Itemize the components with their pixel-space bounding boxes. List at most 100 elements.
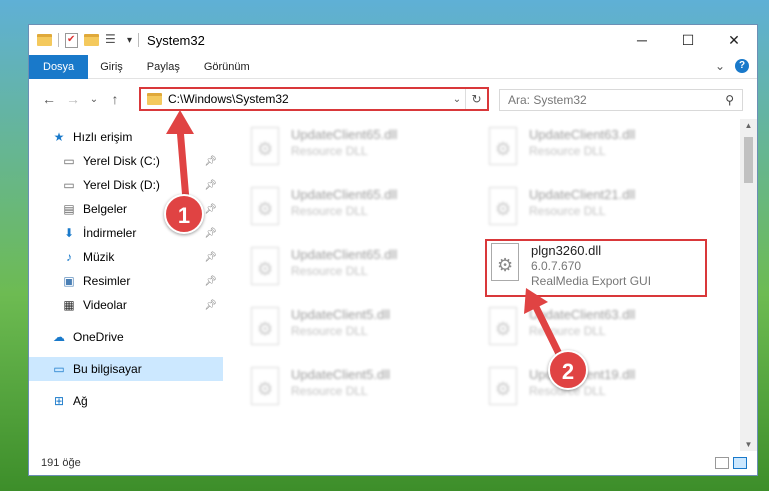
sidebar-item-music[interactable]: ♪ Müzik 📌︎ bbox=[29, 245, 223, 269]
forward-button[interactable]: → bbox=[61, 91, 85, 107]
pin-icon: 📌︎ bbox=[204, 203, 217, 215]
folder-icon bbox=[37, 34, 52, 46]
scroll-down-icon[interactable]: ▼ bbox=[740, 440, 757, 449]
navigation-bar: ← → ⌄ ↑ C:\Windows\System32 ⌄ ↻ Ara: Sys… bbox=[29, 79, 757, 119]
star-icon: ★ bbox=[53, 130, 65, 144]
sidebar-item-label: Ağ bbox=[73, 394, 88, 408]
scroll-thumb[interactable] bbox=[744, 137, 753, 183]
properties-icon[interactable] bbox=[65, 32, 78, 48]
qa-dropdown-icon[interactable]: ▾ bbox=[127, 35, 132, 46]
tab-file[interactable]: Dosya bbox=[29, 54, 89, 79]
file-desc: Resource DLL bbox=[529, 324, 606, 338]
dll-file-icon: ⚙ bbox=[247, 185, 283, 229]
file-item[interactable]: ⚙ UpdateClient65.dll Resource DLL bbox=[247, 245, 467, 297]
item-count: 191 öğe bbox=[41, 457, 81, 469]
sidebar-item-label: Müzik bbox=[83, 250, 115, 264]
file-name: UpdateClient63.dll bbox=[529, 127, 636, 142]
file-item[interactable]: ⚙ UpdateClient19.dllResource DLL bbox=[485, 365, 705, 417]
sidebar-item-quick-access[interactable]: ★ Hızlı erişim bbox=[29, 125, 223, 149]
sidebar-item-network[interactable]: ⊞ Ağ bbox=[29, 389, 223, 413]
dll-file-icon: ⚙ bbox=[485, 185, 521, 229]
status-bar: 191 öğe bbox=[29, 451, 757, 475]
file-item[interactable]: ⚙ UpdateClient65.dll Resource DLL bbox=[247, 125, 467, 177]
file-item[interactable]: ⚙ UpdateClient63.dll Resource DLL bbox=[485, 125, 705, 177]
details-view-icon[interactable] bbox=[715, 457, 729, 469]
ribbon-right: ⌄ ? bbox=[715, 59, 749, 73]
expand-ribbon-icon[interactable]: ⌄ bbox=[715, 59, 725, 73]
file-name: UpdateClient5.dll bbox=[291, 307, 391, 322]
music-icon: ♪ bbox=[66, 250, 72, 264]
title-bar: ☰ ▾ System32 ─ ☐ ✕ bbox=[29, 25, 757, 55]
pin-icon: 📌︎ bbox=[204, 155, 217, 167]
sidebar-item-label: İndirmeler bbox=[83, 226, 137, 240]
file-item[interactable]: ⚙ UpdateClient65.dll Resource DLL bbox=[247, 185, 467, 237]
maximize-button[interactable]: ☐ bbox=[665, 25, 711, 55]
file-name: UpdateClient65.dll bbox=[291, 187, 398, 202]
sidebar-item-videos[interactable]: ▦ Videolar 📌︎ bbox=[29, 293, 223, 317]
sidebar-item-drive-d[interactable]: ▭ Yerel Disk (D:) 📌︎ bbox=[29, 173, 223, 197]
download-icon: ⬇ bbox=[63, 226, 75, 240]
refresh-button[interactable]: ↻ bbox=[465, 89, 487, 109]
sidebar-item-label: Belgeler bbox=[83, 202, 128, 216]
file-item[interactable]: ⚙ UpdateClient63.dll Resource DLL bbox=[485, 305, 705, 357]
drive-icon: ▭ bbox=[63, 178, 75, 192]
window-title: System32 bbox=[147, 32, 205, 48]
separator bbox=[138, 33, 140, 47]
cloud-icon: ☁ bbox=[53, 330, 65, 344]
sidebar-item-label: OneDrive bbox=[73, 330, 124, 344]
sidebar-item-onedrive[interactable]: ☁ OneDrive bbox=[29, 325, 223, 349]
file-item[interactable]: ⚙ UpdateClient5.dll Resource DLL bbox=[247, 365, 467, 417]
pin-icon: 📌︎ bbox=[204, 275, 217, 287]
address-bar[interactable]: C:\Windows\System32 ⌄ ↻ bbox=[139, 87, 489, 111]
tab-share[interactable]: Paylaş bbox=[135, 55, 192, 79]
new-folder-icon[interactable] bbox=[84, 34, 99, 46]
sidebar-item-label: Yerel Disk (C:) bbox=[83, 154, 160, 168]
drive-icon: ▭ bbox=[63, 154, 75, 168]
tab-view[interactable]: Görünüm bbox=[192, 55, 262, 79]
file-desc: Resource DLL bbox=[291, 264, 368, 278]
file-item[interactable]: ⚙ UpdateClient5.dll Resource DLL bbox=[247, 305, 467, 357]
search-icon[interactable]: ⚲ bbox=[725, 93, 734, 107]
help-icon[interactable]: ? bbox=[735, 59, 749, 73]
sidebar-item-this-pc[interactable]: ▭ Bu bilgisayar bbox=[29, 357, 223, 381]
window-controls: ─ ☐ ✕ bbox=[619, 25, 757, 55]
file-name: UpdateClient63.dll bbox=[529, 307, 636, 322]
sidebar-item-pictures[interactable]: ▣ Resimler 📌︎ bbox=[29, 269, 223, 293]
file-desc: Resource DLL bbox=[291, 324, 368, 338]
customize-icon[interactable]: ☰ bbox=[105, 32, 121, 48]
sidebar-item-label: Hızlı erişim bbox=[73, 130, 133, 144]
file-name: UpdateClient5.dll bbox=[291, 367, 391, 382]
sidebar-item-label: Bu bilgisayar bbox=[73, 362, 142, 376]
scroll-up-icon[interactable]: ▲ bbox=[740, 121, 757, 130]
separator bbox=[58, 33, 59, 47]
network-icon: ⊞ bbox=[53, 394, 65, 408]
close-button[interactable]: ✕ bbox=[711, 25, 757, 55]
navigation-pane: ★ Hızlı erişim ▭ Yerel Disk (C:) 📌︎ ▭ Ye… bbox=[29, 119, 223, 451]
tiles-view-icon[interactable] bbox=[733, 457, 747, 469]
back-button[interactable]: ← bbox=[37, 91, 61, 107]
vertical-scrollbar[interactable]: ▲ ▼ bbox=[740, 119, 757, 451]
tab-home[interactable]: Giriş bbox=[88, 55, 135, 79]
file-name: UpdateClient21.dll bbox=[529, 187, 636, 202]
body-area: ★ Hızlı erişim ▭ Yerel Disk (C:) 📌︎ ▭ Ye… bbox=[29, 119, 757, 451]
sidebar-item-drive-c[interactable]: ▭ Yerel Disk (C:) 📌︎ bbox=[29, 149, 223, 173]
dll-file-icon: ⚙ bbox=[247, 125, 283, 169]
step-2-badge: 2 bbox=[548, 350, 588, 390]
recent-locations-button[interactable]: ⌄ bbox=[85, 94, 103, 105]
file-item[interactable]: ⚙ UpdateClient21.dll Resource DLL bbox=[485, 185, 705, 237]
address-path[interactable]: C:\Windows\System32 bbox=[168, 92, 449, 106]
file-name: UpdateClient65.dll bbox=[291, 247, 398, 262]
explorer-window: ☰ ▾ System32 ─ ☐ ✕ Dosya Giriş Paylaş Gö… bbox=[28, 24, 758, 476]
file-highlight-box bbox=[485, 239, 707, 297]
sidebar-item-label: Yerel Disk (D:) bbox=[83, 178, 160, 192]
up-button[interactable]: ↑ bbox=[103, 91, 127, 107]
sidebar-item-label: Videolar bbox=[83, 298, 127, 312]
pin-icon: 📌︎ bbox=[204, 227, 217, 239]
minimize-button[interactable]: ─ bbox=[619, 25, 665, 55]
search-input[interactable]: Ara: System32 ⚲ bbox=[499, 89, 743, 111]
dll-file-icon: ⚙ bbox=[485, 305, 521, 349]
file-desc: Resource DLL bbox=[529, 144, 606, 158]
quick-access-toolbar: ☰ ▾ bbox=[37, 32, 140, 48]
computer-icon: ▭ bbox=[53, 362, 65, 376]
address-dropdown-icon[interactable]: ⌄ bbox=[449, 94, 465, 105]
